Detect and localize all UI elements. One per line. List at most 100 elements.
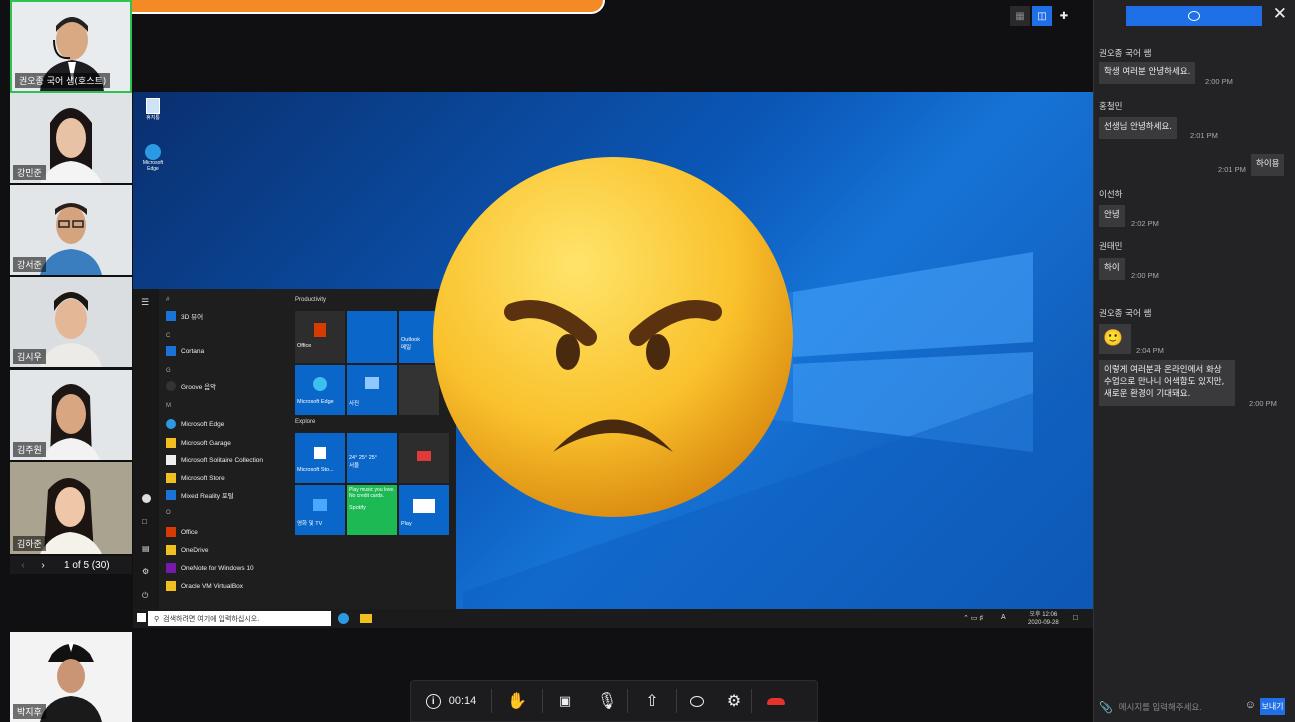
windows-taskbar: ⚲ 검색하려면 여기에 입력하십시오. ⌃ ▭ ♯ A 오후 12:06 2020… [133, 609, 1093, 628]
app-item[interactable]: Oracle VM VirtualBox [166, 581, 243, 591]
share-screen-button[interactable]: ⇧ [628, 681, 676, 721]
app-item[interactable]: Cortana [166, 346, 204, 356]
app-label: 3D 뷰어 [181, 314, 204, 321]
hamburger-icon[interactable]: ☰ [141, 297, 149, 308]
spotify-tile[interactable]: Play music you love. No credit cards. Spo… [347, 485, 397, 535]
chat-panel: ✕ 권오종 국어 쌤 학생 여러분 안녕하세요. 2:00 PM 홍철민 선생님… [1093, 0, 1295, 722]
send-button[interactable]: 보내기 [1260, 698, 1285, 715]
app-item[interactable]: Microsoft Solitaire Collection [166, 455, 263, 465]
close-icon[interactable]: ✕ [1273, 4, 1287, 24]
tile-label: Play music you love. No credit cards. [349, 487, 395, 499]
next-page-button[interactable]: › [36, 558, 50, 572]
tile-label: 영화 및 TV [297, 521, 323, 527]
grid-view-icon[interactable]: ▦ [1010, 6, 1030, 26]
windows-start-icon[interactable] [137, 613, 146, 622]
weather-tile[interactable]: 24° 25° 25° 서울 [347, 433, 397, 483]
app-item[interactable]: OneDrive [166, 545, 208, 555]
app-item[interactable]: Mixed Reality 포털 [166, 490, 234, 500]
message-bubble-mine: 하이용 [1251, 154, 1285, 176]
app-group-header: # [166, 297, 170, 303]
app-item[interactable]: Groove 음악 [166, 381, 216, 391]
app-item[interactable]: 3D 뷰어 [166, 311, 203, 321]
settings-button[interactable]: ⚙ [717, 681, 751, 721]
photos-tile[interactable]: 사진 [347, 365, 397, 415]
store-tile[interactable]: Microsoft Sto... [295, 433, 345, 483]
taskbar-search[interactable]: ⚲ 검색하려면 여기에 입력하십시오. [148, 611, 331, 626]
message-time: 2:00 PM [1205, 77, 1233, 86]
chat-input-bar: 📎 메시지를 입력해주세요. ☺ 보내기 [1099, 697, 1289, 717]
edge-taskbar-icon[interactable] [338, 613, 349, 624]
app-item[interactable]: Microsoft Store [166, 473, 225, 483]
search-placeholder: 검색하려면 여기에 입력하십시오. [163, 615, 260, 623]
app-item[interactable]: Microsoft Garage [166, 438, 231, 448]
emoji-icon[interactable]: ☺ [1245, 699, 1256, 711]
share-icon: ⇧ [645, 693, 659, 710]
microphone-icon: 🎙 [596, 693, 618, 710]
taskbar-clock[interactable]: 오후 12:06 2020-09-28 [1028, 611, 1059, 627]
app-group-header: O [166, 510, 171, 516]
participant-tile-host[interactable]: 권오종 국어 샘(호스트) [10, 0, 132, 93]
hang-up-icon [767, 697, 785, 705]
meeting-info[interactable]: i 00:14 [411, 681, 491, 721]
raise-hand-button[interactable]: ✋ [492, 681, 542, 721]
end-call-button[interactable] [752, 681, 800, 721]
participant-tile[interactable]: 김시우 [10, 277, 132, 367]
start-rail: ☰ □ ▤ ⚙ ⏻ [133, 289, 159, 609]
notification-icon[interactable]: □ [1073, 613, 1078, 622]
app-label: OneNote for Windows 10 [181, 564, 254, 572]
participant-name: 김시우 [13, 349, 46, 364]
movies-tile[interactable]: 영화 및 TV [295, 485, 345, 535]
desktop-icon-label: Microsoft Edge [142, 160, 164, 172]
explorer-taskbar-icon[interactable] [360, 614, 372, 623]
app-item[interactable]: Office [166, 527, 198, 537]
gear-icon: ⚙ [726, 693, 742, 710]
app-label: Microsoft Garage [181, 439, 231, 447]
prev-page-button[interactable]: ‹ [16, 558, 30, 572]
app-group-header: G [166, 368, 171, 374]
recycle-bin-icon[interactable]: 휴지통 [143, 98, 163, 121]
camera-button[interactable]: ▣ [543, 681, 587, 721]
app-group-header: M [166, 403, 171, 409]
participant-tile-self[interactable]: 박지후 [10, 632, 132, 722]
app-item[interactable]: OneNote for Windows 10 [166, 563, 254, 573]
tile-label: Spotify [349, 505, 366, 511]
edge-desktop-icon[interactable]: Microsoft Edge [139, 144, 167, 172]
participant-name: 김주원 [13, 442, 46, 457]
message-time: 2:04 PM [1136, 346, 1164, 355]
participant-tile[interactable]: 강서준 [10, 185, 132, 275]
message-sender: 권오종 국어 쌤 [1099, 49, 1152, 59]
meeting-toolbar: i 00:14 ✋ ▣ 🎙 ⇧ ⚙ [410, 680, 818, 722]
app-item[interactable]: Microsoft Edge [166, 419, 224, 429]
pictures-icon[interactable]: ▤ [142, 544, 150, 553]
message-input[interactable]: 메시지를 입력해주세요. [1119, 701, 1202, 713]
tray-icons[interactable]: ⌃ ▭ ♯ [963, 614, 983, 622]
document-icon[interactable]: □ [142, 517, 147, 526]
attach-icon[interactable]: 📎 [1099, 701, 1113, 714]
app-label: Mixed Reality 포털 [181, 493, 234, 500]
message-sender: 이선하 [1099, 190, 1123, 200]
user-icon[interactable] [142, 494, 151, 503]
settings-icon[interactable]: ⚙ [142, 567, 149, 576]
message-time: 2:01 PM [1190, 131, 1218, 140]
shared-screen: 휴지통 Microsoft Edge ☰ □ ▤ ⚙ ⏻ # 3D 뷰어 C C… [133, 92, 1093, 628]
tile-label: Microsoft Sto... [297, 467, 334, 473]
office-tile[interactable]: Office [295, 311, 345, 363]
participant-name: 박지후 [13, 704, 46, 719]
minimize-view-icon[interactable]: ✚ [1054, 6, 1074, 26]
ime-indicator[interactable]: A [1001, 614, 1006, 621]
power-icon[interactable]: ⏻ [142, 591, 148, 601]
message-bubble: 하이 [1099, 258, 1125, 280]
app-label: Microsoft Solitaire Collection [181, 456, 264, 464]
microphone-button[interactable]: 🎙 [587, 681, 627, 721]
apps-tile[interactable] [347, 311, 397, 363]
participant-tile[interactable]: 강민준 [10, 93, 132, 183]
participant-tile[interactable]: 김하준 [10, 462, 132, 554]
edge-tile[interactable]: Microsoft Edge [295, 365, 345, 415]
participant-pager: ‹ › 1 of 5 (30) [10, 556, 132, 574]
participant-tile[interactable]: 김주원 [10, 370, 132, 460]
app-label: Microsoft Store [181, 474, 225, 482]
speaker-view-icon[interactable]: ◫ [1032, 6, 1052, 26]
app-label: Microsoft Edge [181, 420, 225, 428]
chat-button[interactable] [677, 681, 717, 721]
chat-tab[interactable] [1126, 6, 1262, 26]
